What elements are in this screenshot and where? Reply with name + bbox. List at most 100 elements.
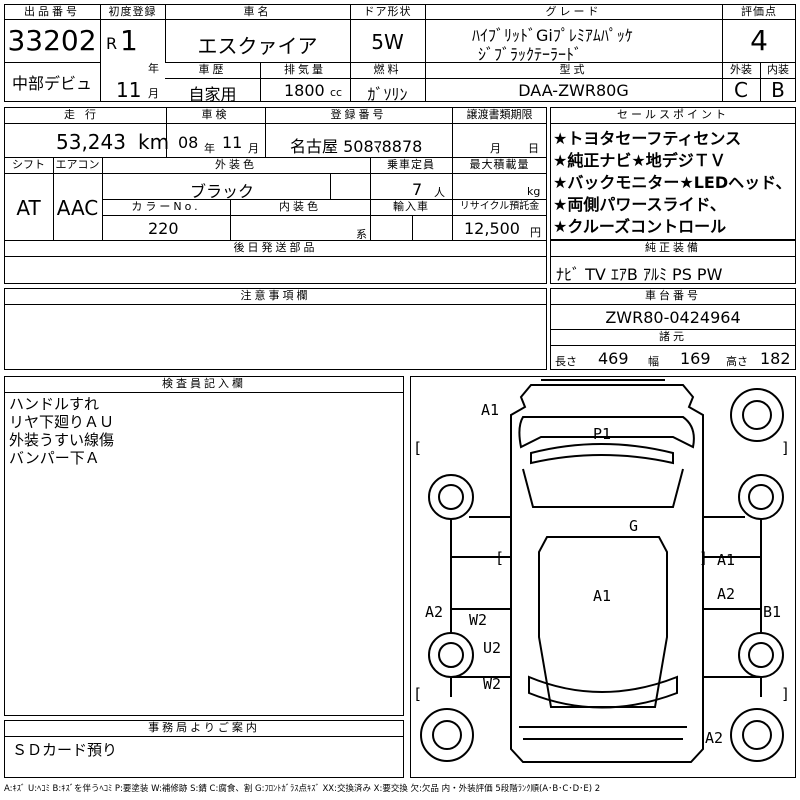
equip-label: 純正装備 [645, 241, 701, 254]
length: 469 [598, 349, 629, 368]
length-label: 長さ [555, 355, 577, 368]
model: DAA-ZWR80G [518, 81, 629, 100]
model-label: 型式 [559, 63, 588, 76]
mileage: 53,243 [56, 130, 126, 154]
score: 4 [750, 24, 768, 57]
bracket-left-bottom: [ [413, 685, 423, 703]
colorno-label: カラーNo. [131, 200, 201, 213]
capacity-label: 乗車定員 [387, 158, 435, 171]
year-unit: 年 [148, 62, 159, 75]
shift: AT [16, 196, 41, 220]
grade-label: グレード [545, 5, 602, 18]
era: R [106, 34, 118, 53]
inspector-line: リヤ下廻りＡＵ [9, 413, 115, 431]
equip-value: ﾅﾋﾞ TV ｴｱB ｱﾙﾐ PS PW [556, 265, 723, 284]
name-label: 車名 [243, 5, 272, 18]
transfer-day: 日 [528, 142, 539, 155]
sales-line: ★バックモニター★LEDヘッド、 [553, 173, 792, 192]
bracket-right-mid: ] [699, 549, 709, 567]
fuel-label: 燃料 [373, 63, 402, 76]
history: 自家用 [188, 85, 237, 104]
history-label: 車歴 [198, 63, 227, 76]
capacity-unit: 人 [434, 186, 445, 199]
inspector-line: バンパー下Ａ [9, 449, 100, 467]
damage-mark: B1 [763, 603, 782, 621]
insp-month-unit: 月 [248, 142, 259, 155]
damage-mark: P1 [593, 425, 612, 443]
disp-label: 排気量 [284, 63, 326, 76]
damage-mark: G [629, 517, 639, 535]
displacement: 1800 [284, 81, 325, 100]
reg-month: 11 [116, 78, 142, 102]
ext-label: 外装 [730, 63, 752, 76]
insp-month: 11 [222, 133, 243, 152]
score-label: 評価点 [741, 5, 777, 18]
damage-mark: A1 [481, 401, 500, 419]
notes-label: 注意事項欄 [240, 289, 311, 302]
sales-label: セールスポイント [617, 108, 729, 121]
import-label: 輸入車 [393, 200, 429, 213]
width: 169 [680, 349, 711, 368]
sales-line: ★両側パワースライド、 [553, 195, 726, 214]
inspector-line: 外装うすい線傷 [9, 431, 115, 449]
bracket-right-bottom: ] [781, 685, 791, 703]
car-diagram: [ ] [ ] [ ] A1 P1 G A1 A1 A2 A2 B1 W2 U2… [410, 376, 796, 778]
later-label: 後日発送部品 [233, 241, 318, 254]
inspector-line: ハンドルすれ [9, 395, 100, 413]
debut-label: 中部デビュ [11, 74, 92, 93]
chassis-label: 車台番号 [645, 289, 701, 302]
legend: A:ｷｽﾞ U:ﾍｺﾐ B:ｷｽﾞを伴うﾍｺﾐ P:要塗装 W:補修跡 S:錆 … [4, 784, 601, 794]
disp-unit: cc [330, 86, 343, 99]
inspector-lines: ハンドルすれ リヤ下廻りＡＵ 外装うすい線傷 バンパー下Ａ [9, 395, 114, 467]
recycle: 12,500 [464, 219, 520, 238]
recycle-label: リサイクル預託金 [459, 201, 540, 212]
month-unit: 月 [148, 87, 159, 100]
int-label: 内装 [767, 63, 789, 76]
sales-line: ★純正ナビ★地デジＴＶ [553, 151, 726, 170]
sales-lines: ★トヨタセーフティセンス ★純正ナビ★地デジＴＶ ★バックモニター★LEDヘッド… [553, 128, 791, 238]
office-text: ＳＤカード預り [12, 741, 118, 759]
intcolor-unit: 系 [356, 228, 367, 241]
height-label: 高さ [726, 355, 748, 368]
width-label: 幅 [648, 355, 659, 368]
damage-mark: A2 [425, 603, 444, 621]
intcolor-label: 内装色 [279, 200, 321, 213]
recycle-unit: 円 [530, 226, 541, 239]
ext-grade: C [734, 78, 748, 102]
plate: 名古屋 508ﾏ8878 [290, 137, 423, 156]
inspection-label: 車検 [201, 108, 230, 121]
damage-mark: A2 [717, 585, 736, 603]
load-unit: kg [527, 185, 541, 198]
inspector-label: 検査員記入欄 [162, 377, 246, 390]
color-label: 外装色 [215, 158, 257, 171]
chassis-value: ZWR80-0424964 [605, 308, 741, 327]
transfer-label: 譲渡書類期限 [466, 108, 533, 121]
reg-year: 1 [120, 24, 138, 57]
damage-mark: W2 [469, 611, 488, 629]
insp-year: 08 [178, 133, 199, 152]
transfer-month: 月 [490, 142, 501, 155]
int-grade: B [771, 78, 785, 102]
color: ブラック [190, 182, 255, 201]
car-name: エスクァイア [197, 34, 318, 58]
height: 182 [760, 349, 791, 368]
doors: 5W [371, 30, 404, 54]
insp-year-unit: 年 [204, 142, 215, 155]
bracket-left-top: [ [413, 439, 423, 457]
colorno: 220 [148, 219, 179, 238]
capacity: 7 [412, 180, 423, 199]
fuel: ｶﾞｿﾘﾝ [367, 85, 408, 104]
doors-label: ドア形状 [363, 5, 412, 18]
office-label: 事務局よりご案内 [148, 721, 260, 734]
sales-line: ★トヨタセーフティセンス [553, 129, 742, 148]
damage-mark: W2 [483, 675, 502, 693]
damage-mark: A1 [593, 587, 612, 605]
shift-label: シフト [12, 158, 45, 171]
bracket-right-top: ] [781, 439, 791, 457]
mileage-label: 走行 [64, 108, 106, 121]
damage-mark: A1 [717, 551, 736, 569]
ac: AAC [56, 196, 99, 220]
dims-label: 諸元 [659, 330, 687, 343]
damage-mark: A2 [705, 729, 724, 747]
load-label: 最大積載量 [469, 158, 530, 171]
